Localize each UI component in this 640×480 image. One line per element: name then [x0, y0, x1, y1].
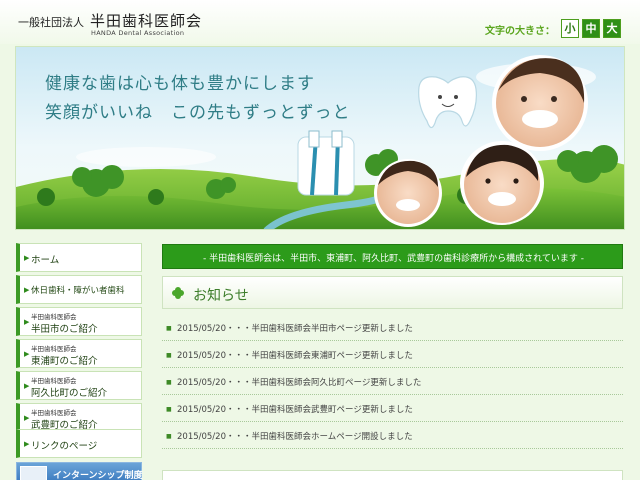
org-name: 半田歯科医師会 — [90, 12, 203, 30]
news-item-text: 2015/05/20・・・半田歯科医師会ホームページ開設しました — [177, 432, 413, 442]
chevron-right-icon: ▶ — [24, 414, 30, 422]
sidebar-item-handa-city[interactable]: ▶ 半田歯科医師会 半田市のご紹介 — [16, 307, 142, 336]
sidebar-item-label: リンクのページ — [31, 441, 98, 452]
internship-label: インターンシップ制度 — [53, 471, 143, 480]
font-size-large-button[interactable]: 大 — [603, 19, 621, 38]
chevron-right-icon: ▶ — [24, 318, 30, 326]
banner-tagline-1: 健康な歯は心も体も豊かにします — [45, 74, 315, 94]
sidebar-item-higashiura[interactable]: ▶ 半田歯科医師会 東浦町のご紹介 — [16, 339, 142, 368]
next-section-panel — [162, 470, 623, 480]
sidebar-item-label: 東浦町のご紹介 — [31, 356, 98, 367]
chevron-right-icon: ▶ — [24, 440, 30, 448]
sidebar-item-sublabel: 半田歯科医師会 — [31, 313, 77, 321]
news-item-text: 2015/05/20・・・半田歯科医師会阿久比町ページ更新しました — [177, 378, 422, 388]
chevron-right-icon: ▶ — [24, 286, 30, 294]
sidebar-item-label: ホーム — [31, 255, 60, 266]
bullet-icon: ■ — [166, 352, 172, 359]
bullet-icon: ■ — [166, 325, 172, 332]
hero-banner: 健康な歯は心も体も豊かにします 笑顔がいいね この先もずっとずっと — [15, 46, 625, 230]
news-item[interactable]: ■ 2015/05/20・・・半田歯科医師会阿久比町ページ更新しました — [162, 368, 623, 395]
chevron-right-icon: ▶ — [24, 350, 30, 358]
sidebar-item-links[interactable]: ▶ リンクのページ — [16, 429, 142, 458]
sidebar-item-label: 半田市のご紹介 — [31, 324, 98, 335]
notice-bar: - 半田歯科医師会は、半田市、東浦町、阿久比町、武豊町の歯科診療所から構成されて… — [162, 244, 623, 269]
news-item[interactable]: ■ 2015/05/20・・・半田歯科医師会武豊町ページ更新しました — [162, 395, 623, 422]
news-item[interactable]: ■ 2015/05/20・・・半田歯科医師会半田市ページ更新しました — [162, 314, 623, 341]
sidebar-item-holiday-dental[interactable]: ▶ 休日歯科・障がい者歯科 — [16, 275, 142, 304]
sidebar-item-sublabel: 半田歯科医師会 — [31, 377, 77, 385]
news-item-text: 2015/05/20・・・半田歯科医師会半田市ページ更新しました — [177, 324, 413, 334]
news-item-text: 2015/05/20・・・半田歯科医師会武豊町ページ更新しました — [177, 405, 413, 415]
font-size-switcher: 文字の大きさ： 小 中 大 — [485, 19, 621, 38]
font-size-label: 文字の大きさ： — [485, 26, 555, 37]
news-item-text: 2015/05/20・・・半田歯科医師会東浦町ページ更新しました — [177, 351, 413, 361]
org-name-en: HANDA Dental Association — [91, 29, 185, 37]
clover-icon — [172, 287, 184, 299]
bullet-icon: ■ — [166, 379, 172, 386]
news-title: お知らせ — [193, 288, 249, 304]
internship-icon — [20, 466, 47, 480]
org-prefix: 一般社団法人 — [18, 16, 84, 29]
sidebar-item-label: 休日歯科・障がい者歯科 — [31, 286, 125, 296]
banner-tagline-2: 笑顔がいいね この先もずっとずっと — [45, 103, 351, 123]
news-section: お知らせ ■ 2015/05/20・・・半田歯科医師会半田市ページ更新しました … — [162, 276, 623, 456]
bullet-icon: ■ — [166, 433, 172, 440]
news-item[interactable]: ■ 2015/05/20・・・半田歯科医師会東浦町ページ更新しました — [162, 341, 623, 368]
sidebar-item-taketoyo[interactable]: ▶ 半田歯科医師会 武豊町のご紹介 — [16, 403, 142, 432]
sidebar-item-sublabel: 半田歯科医師会 — [31, 409, 77, 417]
chevron-right-icon: ▶ — [24, 382, 30, 390]
sidebar-item-label: 阿久比町のご紹介 — [31, 388, 108, 399]
sidebar-item-sublabel: 半田歯科医師会 — [31, 345, 77, 353]
news-header: お知らせ — [162, 276, 623, 309]
sidebar-item-agui[interactable]: ▶ 半田歯科医師会 阿久比町のご紹介 — [16, 371, 142, 400]
notice-text: - 半田歯科医師会は、半田市、東浦町、阿久比町、武豊町の歯科診療所から構成されて… — [203, 254, 584, 264]
font-size-medium-button[interactable]: 中 — [582, 19, 600, 38]
bullet-icon: ■ — [166, 406, 172, 413]
news-item[interactable]: ■ 2015/05/20・・・半田歯科医師会ホームページ開設しました — [162, 422, 623, 449]
site-header: 一般社団法人 半田歯科医師会 HANDA Dental Association … — [0, 0, 640, 44]
internship-banner[interactable]: インターンシップ制度 — [16, 462, 143, 480]
sidebar-item-home[interactable]: ▶ ホーム — [16, 243, 142, 272]
font-size-small-button[interactable]: 小 — [561, 19, 579, 38]
chevron-right-icon: ▶ — [24, 254, 30, 262]
